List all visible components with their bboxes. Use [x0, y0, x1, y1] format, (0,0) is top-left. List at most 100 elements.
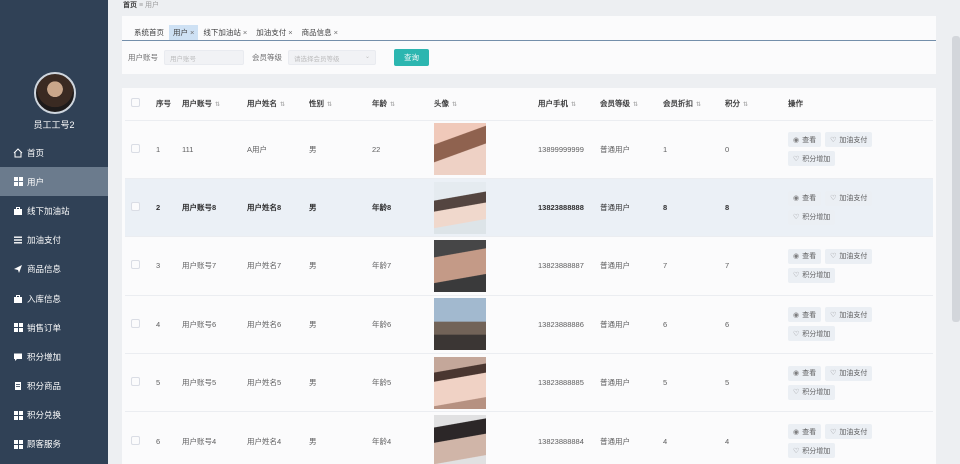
tab-product-info[interactable]: 商品信息 ×	[298, 25, 342, 40]
add-points-button[interactable]: ♡ 积分增加	[788, 267, 836, 283]
sort-icon: ⇅	[215, 102, 221, 109]
avatar-photo[interactable]	[434, 239, 486, 292]
view-label: 查看	[802, 428, 817, 436]
table-row[interactable]: 2 用户账号8 用户姓名8 男年龄8 13823888888 普通用户 8 8 ◉ 查看 ♡ 加油支付…	[125, 178, 933, 238]
sidebar-item-home[interactable]: 首页	[0, 138, 108, 167]
grid-icon	[13, 439, 23, 449]
add-points-button[interactable]: ♡ 积分增加	[788, 326, 836, 342]
sidebar-item-label: 用户	[27, 176, 45, 187]
cell-age: 年龄5	[366, 353, 428, 413]
cell-age: 22	[366, 120, 428, 179]
grid-icon	[13, 177, 23, 187]
view-button[interactable]: ◉ 查看	[788, 424, 822, 440]
column-header[interactable]: 积分 ⇅	[719, 88, 782, 121]
cell-no: 1	[150, 120, 176, 179]
scrollbar[interactable]	[952, 36, 960, 322]
add-points-button[interactable]: ♡ 积分增加	[788, 151, 836, 167]
avatar[interactable]	[34, 72, 76, 114]
cell-points: 7	[719, 236, 782, 296]
column-header[interactable]: 会员折扣 ⇅	[657, 88, 719, 121]
tab-fuel-payment[interactable]: 加油支付 ×	[252, 25, 296, 40]
avatar-photo[interactable]	[434, 123, 486, 176]
cell-no: 2	[150, 178, 176, 238]
fuel-payment-button[interactable]: ♡ 加油支付	[825, 307, 873, 323]
column-header[interactable]: 年龄 ⇅	[366, 88, 428, 121]
table-row[interactable]: 6 用户账号4 用户姓名4 男年龄4 13823888884 普通用户 4 4 ◉ 查看 ♡ 加油支付…	[125, 411, 933, 464]
avatar-photo[interactable]	[434, 356, 486, 409]
view-button[interactable]: ◉ 查看	[788, 190, 822, 206]
cell-name: 用户姓名8	[241, 178, 303, 238]
tab-gas-station[interactable]: 线下加油站 ×	[199, 25, 251, 40]
breadcrumb-home[interactable]: 首页	[123, 2, 137, 9]
column-header[interactable]: 用户姓名 ⇅	[241, 88, 303, 121]
fuel-payment-button[interactable]: ♡ 加油支付	[825, 248, 873, 264]
close-icon[interactable]: ×	[243, 28, 247, 37]
row-checkbox[interactable]	[131, 202, 140, 212]
add-points-button[interactable]: ♡ 积分增加	[788, 209, 836, 225]
row-select-cell	[125, 178, 150, 238]
cell-level: 普通用户	[594, 236, 657, 296]
table-row[interactable]: 4 用户账号6 用户姓名6 男年龄6 13823888886 普通用户 6 6 ◉ 查看 ♡ 加油支付…	[125, 295, 933, 355]
row-checkbox[interactable]	[131, 143, 140, 153]
sidebar-item-customer-service[interactable]: 顾客服务	[0, 430, 108, 459]
tab-users[interactable]: 用户 ×	[169, 25, 199, 40]
sidebar-item-stock-in[interactable]: 入库信息	[0, 284, 108, 313]
select-all-checkbox[interactable]	[131, 98, 140, 108]
avatar-photo[interactable]	[434, 298, 486, 351]
tabs-panel: 系统首页 用户 × 线下加油站 × 加油支付 × 商品信息 × 用户账号 用户账号 会员…	[122, 16, 936, 74]
tab-bar: 系统首页 用户 × 线下加油站 × 加油支付 × 商品信息 ×	[122, 23, 936, 41]
add-points-button[interactable]: ♡ 积分增加	[788, 384, 836, 400]
cell-actions: ◉ 查看 ♡ 加油支付 ♡ 积分增加	[782, 295, 933, 355]
sidebar-item-fuel-payment[interactable]: 加油支付	[0, 226, 108, 255]
close-icon[interactable]: ×	[334, 28, 338, 37]
query-button[interactable]: 查询	[394, 49, 429, 66]
column-header[interactable]: 性别 ⇅	[303, 88, 366, 121]
sidebar-item-gas-station[interactable]: 线下加油站	[0, 196, 108, 225]
cell-account: 用户账号5	[176, 353, 241, 413]
tab-system-home[interactable]: 系统首页	[130, 25, 168, 40]
cell-discount: 4	[657, 411, 719, 464]
heart-icon: ♡	[793, 447, 800, 455]
fuel-payment-button[interactable]: ♡ 加油支付	[825, 132, 873, 148]
sidebar-item-product-info[interactable]: 商品信息	[0, 255, 108, 284]
row-checkbox[interactable]	[131, 377, 140, 387]
cell-actions: ◉ 查看 ♡ 加油支付 ♡ 积分增加	[782, 120, 933, 179]
cell-avatar	[428, 411, 532, 464]
row-checkbox[interactable]	[131, 318, 140, 328]
users-table: 序号 用户账号 ⇅ 用户姓名 ⇅ 性别 ⇅ 年龄 ⇅ 头像 ⇅ 用户手机 ⇅ 会员等级 ⇅ 会…	[125, 88, 933, 464]
comment-icon	[13, 352, 23, 362]
sidebar-item-points-products[interactable]: 积分商品	[0, 372, 108, 401]
table-row[interactable]: 5 用户账号5 用户姓名5 男年龄5 13823888885 普通用户 5 5 ◉ 查看 ♡ 加油支付…	[125, 353, 933, 413]
row-checkbox[interactable]	[131, 260, 140, 270]
sidebar-item-points-exchange[interactable]: 积分兑换	[0, 401, 108, 430]
fuel-payment-button[interactable]: ♡ 加油支付	[825, 365, 873, 381]
account-label: 用户账号	[128, 53, 158, 62]
row-checkbox[interactable]	[131, 435, 140, 445]
fuel-payment-button[interactable]: ♡ 加油支付	[825, 424, 873, 440]
column-header[interactable]: 用户手机 ⇅	[532, 88, 594, 121]
account-input[interactable]: 用户账号	[164, 50, 244, 65]
view-button[interactable]: ◉ 查看	[788, 307, 822, 323]
close-icon[interactable]: ×	[288, 28, 292, 37]
sidebar-item-users[interactable]: 用户	[0, 167, 108, 197]
add-points-button[interactable]: ♡ 积分增加	[788, 443, 836, 459]
column-header[interactable]: 头像 ⇅	[428, 88, 532, 121]
view-button[interactable]: ◉ 查看	[788, 248, 822, 264]
avatar-photo[interactable]	[434, 415, 486, 464]
view-button[interactable]: ◉ 查看	[788, 365, 822, 381]
breadcrumb: 首页 ≡ 用户	[123, 0, 159, 10]
row-select-cell	[125, 236, 150, 296]
table-row[interactable]: 1 111 A用户男 22 13899999999 普通用户 1 0 ◉ 查看 ♡ 加油支付 ♡ 积分增加	[125, 120, 933, 179]
column-header[interactable]: 会员等级 ⇅	[594, 88, 657, 121]
fuel-payment-button[interactable]: ♡ 加油支付	[825, 190, 873, 206]
cell-avatar	[428, 178, 532, 238]
sidebar-item-points-add[interactable]: 积分增加	[0, 342, 108, 371]
level-select[interactable]: 请选择会员等级 ⌄	[288, 50, 376, 65]
sidebar-item-sales-orders[interactable]: 销售订单	[0, 313, 108, 342]
view-button[interactable]: ◉ 查看	[788, 132, 822, 148]
close-icon[interactable]: ×	[190, 28, 194, 37]
table-row[interactable]: 3 用户账号7 用户姓名7 男年龄7 13823888887 普通用户 7 7 ◉ 查看 ♡ 加油支付…	[125, 236, 933, 296]
eye-icon: ◉	[793, 428, 800, 436]
column-header[interactable]: 用户账号 ⇅	[176, 88, 241, 121]
avatar-photo[interactable]	[434, 181, 486, 234]
